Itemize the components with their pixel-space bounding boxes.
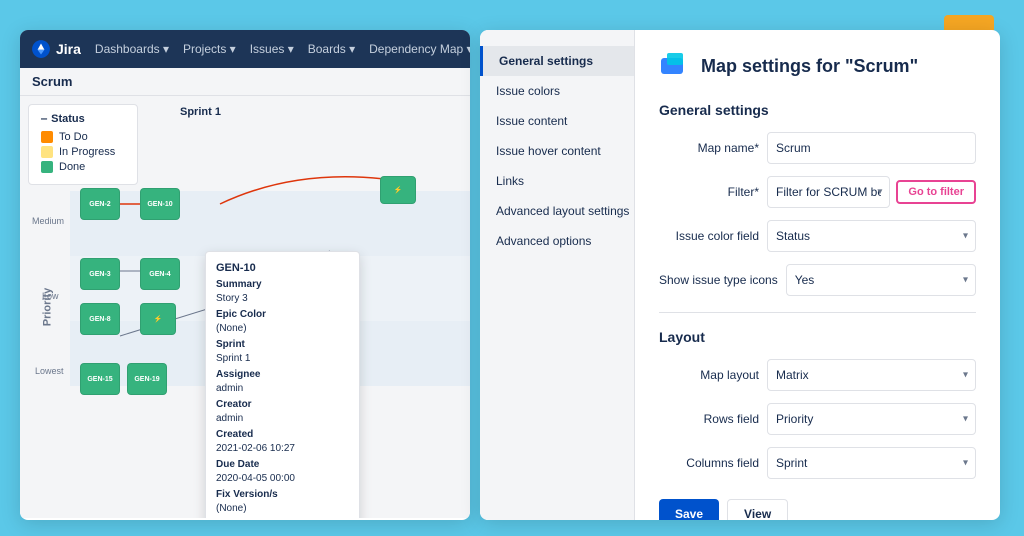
tooltip-epic-color: Epic Color(None) xyxy=(216,308,349,336)
general-settings-title: General settings xyxy=(659,102,976,118)
tooltip-assignee: Assigneeadmin xyxy=(216,368,349,396)
issue-mid-row[interactable]: ⚡ xyxy=(140,303,176,335)
issue-color-label: Issue color field xyxy=(659,229,759,243)
legend-done: Done xyxy=(41,161,125,173)
priority-lowest: Lowest xyxy=(35,366,64,376)
issue-gen-16[interactable]: GEN-19 xyxy=(127,363,167,395)
issue-gen-4[interactable]: GEN-4 xyxy=(140,258,180,290)
legend-inprogress: In Progress xyxy=(41,146,125,158)
priority-medium: Medium xyxy=(32,216,64,226)
issue-gen-2[interactable]: GEN-2 xyxy=(80,188,120,220)
layout-section-title: Layout xyxy=(659,329,976,345)
map-name-input[interactable] xyxy=(767,132,976,164)
rows-field-row: Rows field Priority ▾ xyxy=(659,403,976,435)
go-to-filter-button[interactable]: Go to filter xyxy=(896,180,976,204)
tooltip-creator: Creatoradmin xyxy=(216,398,349,426)
board-content: ‒ Status To Do In Progress Done Priority… xyxy=(20,96,470,518)
columns-field-select[interactable]: Sprint xyxy=(767,447,976,479)
tooltip-summary: SummaryStory 3 xyxy=(216,278,349,306)
board-title: Scrum xyxy=(20,68,470,96)
settings-nav-issue-hover[interactable]: Issue hover content xyxy=(480,136,634,166)
settings-main-content: Map settings for "Scrum" General setting… xyxy=(635,30,1000,520)
settings-nav-issue-content[interactable]: Issue content xyxy=(480,106,634,136)
columns-field-row: Columns field Sprint ▾ xyxy=(659,447,976,479)
issue-gen-10[interactable]: GEN-10 xyxy=(140,188,180,220)
issue-color-row: Issue color field Status ▾ xyxy=(659,220,976,252)
legend-title: ‒ Status xyxy=(41,113,125,125)
nav-issues[interactable]: Issues ▾ xyxy=(250,42,294,56)
jira-logo: Jira xyxy=(30,38,81,60)
map-name-row: Map name* xyxy=(659,132,976,164)
show-icons-label: Show issue type icons xyxy=(659,273,778,287)
jira-nav: Jira Dashboards ▾ Projects ▾ Issues ▾ Bo… xyxy=(20,30,470,68)
tooltip-created: Created2021-02-06 10:27 xyxy=(216,428,349,456)
settings-sidebar: General settings Issue colors Issue cont… xyxy=(480,30,635,520)
settings-nav-issue-colors[interactable]: Issue colors xyxy=(480,76,634,106)
issue-gen-15[interactable]: GEN-15 xyxy=(80,363,120,395)
map-name-label: Map name* xyxy=(659,141,759,155)
priority-low: Low xyxy=(42,291,59,301)
settings-page-title: Map settings for "Scrum" xyxy=(701,56,918,77)
board-legend: ‒ Status To Do In Progress Done xyxy=(28,104,138,185)
show-icons-row: Show issue type icons Yes ▾ xyxy=(659,264,976,296)
settings-header: Map settings for "Scrum" xyxy=(659,50,976,82)
settings-panel: General settings Issue colors Issue cont… xyxy=(480,30,1000,520)
rows-field-select[interactable]: Priority xyxy=(767,403,976,435)
tooltip-issue-id: GEN-10 xyxy=(216,262,349,274)
settings-header-icon xyxy=(659,50,691,82)
settings-nav-general[interactable]: General settings xyxy=(480,46,634,76)
issue-gen-8[interactable]: GEN-8 xyxy=(80,303,120,335)
issue-gen-3[interactable]: GEN-3 xyxy=(80,258,120,290)
rows-field-label: Rows field xyxy=(659,412,759,426)
tooltip-due-date: Due Date2020-04-05 00:00 xyxy=(216,458,349,486)
settings-nav-advanced-layout[interactable]: Advanced layout settings xyxy=(480,196,634,226)
filter-select[interactable]: Filter for SCRUM board xyxy=(767,176,890,208)
settings-nav-advanced-options[interactable]: Advanced options xyxy=(480,226,634,256)
show-icons-select[interactable]: Yes xyxy=(786,264,976,296)
issue-right-1[interactable]: ⚡ xyxy=(380,176,416,204)
legend-todo: To Do xyxy=(41,131,125,143)
tooltip-sprint: SprintSprint 1 xyxy=(216,338,349,366)
filter-row: Filter* Filter for SCRUM board ▾ Go to f… xyxy=(659,176,976,208)
nav-dashboards[interactable]: Dashboards ▾ xyxy=(95,42,169,56)
map-layout-select[interactable]: Matrix xyxy=(767,359,976,391)
nav-dependency-map[interactable]: Dependency Map ▾ xyxy=(369,42,470,56)
jira-board-panel: Jira Dashboards ▾ Projects ▾ Issues ▾ Bo… xyxy=(20,30,470,520)
map-layout-row: Map layout Matrix ▾ xyxy=(659,359,976,391)
filter-label: Filter* xyxy=(659,185,759,199)
tooltip-fix-version: Fix Version/s(None) xyxy=(216,488,349,516)
action-buttons: Save View xyxy=(659,499,976,520)
save-button[interactable]: Save xyxy=(659,499,719,520)
section-divider xyxy=(659,312,976,313)
nav-boards[interactable]: Boards ▾ xyxy=(308,42,355,56)
issue-tooltip: GEN-10 SummaryStory 3 Epic Color(None) S… xyxy=(205,251,360,518)
nav-projects[interactable]: Projects ▾ xyxy=(183,42,236,56)
view-button[interactable]: View xyxy=(727,499,788,520)
map-layout-label: Map layout xyxy=(659,368,759,382)
settings-nav-links[interactable]: Links xyxy=(480,166,634,196)
columns-field-label: Columns field xyxy=(659,456,759,470)
sprint-label: Sprint 1 xyxy=(180,106,221,118)
issue-color-select[interactable]: Status xyxy=(767,220,976,252)
